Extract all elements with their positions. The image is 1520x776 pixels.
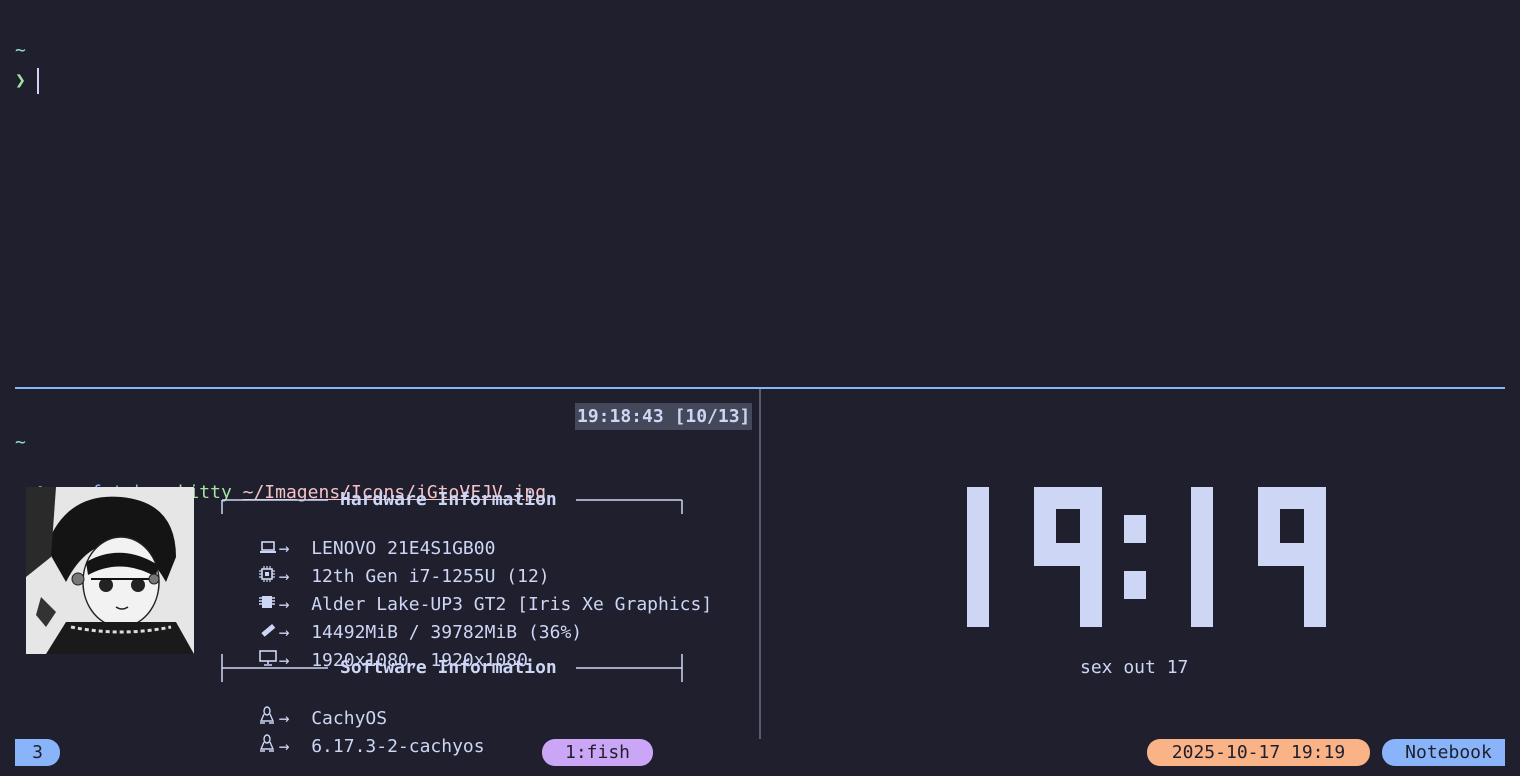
vertical-pane-separator	[759, 389, 761, 739]
top-tilde: ~	[15, 40, 26, 61]
clock-digit-1b	[1191, 487, 1213, 627]
neofetch-portrait-image	[26, 487, 194, 654]
software-value: 6.17.3-2-cachyos	[311, 736, 485, 757]
clock-colon-top	[1124, 515, 1146, 543]
clock-date: sex out 17	[1080, 657, 1189, 678]
bottom-tilde: ~	[15, 432, 26, 453]
clock-colon-bottom	[1124, 571, 1146, 599]
monitor-icon	[237, 629, 277, 671]
clock-digit-9	[1034, 487, 1102, 627]
active-window-tab[interactable]: 1:fish	[542, 739, 653, 766]
workspace-indicator[interactable]: 3	[15, 739, 60, 766]
datetime-badge: 2025-10-17 19:19	[1147, 739, 1370, 766]
software-section-title: Software Information	[340, 657, 557, 678]
text-cursor[interactable]	[37, 68, 39, 94]
hardware-section-title: Hardware Information	[340, 489, 557, 510]
software-row-kernel: → 6.17.3-2-cachyos	[237, 713, 485, 757]
clock-digit-1	[967, 487, 989, 627]
arrow: →	[278, 650, 290, 671]
clock-digits	[967, 487, 1326, 627]
clock-digit-9b	[1258, 487, 1326, 627]
linux-icon	[237, 713, 274, 757]
top-prompt-symbol: ❯	[15, 70, 26, 91]
arrow: →	[278, 736, 290, 757]
hostname-badge: Notebook	[1382, 739, 1505, 766]
command-time-badge: 19:18:43 [10/13]	[575, 403, 753, 430]
